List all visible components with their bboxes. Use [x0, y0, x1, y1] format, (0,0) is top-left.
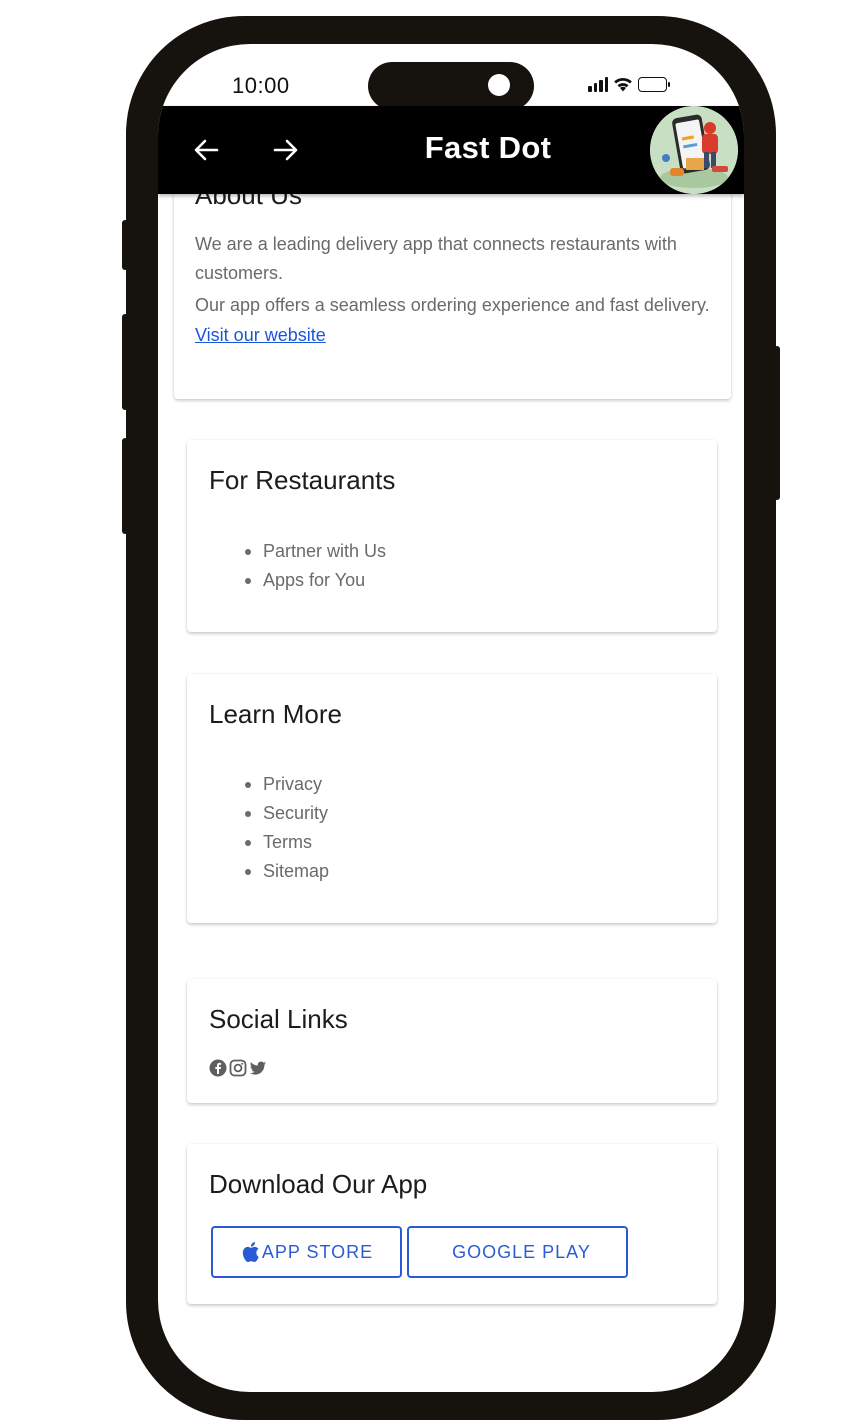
- download-title: Download Our App: [209, 1169, 428, 1199]
- wifi-icon: [613, 76, 633, 92]
- back-button[interactable]: [190, 130, 222, 170]
- social-title: Social Links: [209, 1004, 348, 1034]
- status-time: 10:00: [232, 73, 290, 98]
- app-title: Fast Dot: [424, 130, 552, 165]
- twitter-icon[interactable]: [249, 1059, 267, 1077]
- signal-icon: [588, 76, 608, 92]
- arrow-right-icon: [273, 138, 299, 162]
- social-icons-row: [209, 1059, 267, 1077]
- learn-more-item-privacy[interactable]: Privacy: [245, 770, 329, 799]
- app-store-button[interactable]: APP STORE: [211, 1226, 402, 1278]
- about-paragraph-1: We are a leading delivery app that conne…: [195, 234, 677, 283]
- delivery-logo-icon: [650, 106, 738, 194]
- app-store-label: APP STORE: [261, 1241, 374, 1262]
- facebook-icon[interactable]: [209, 1059, 227, 1077]
- restaurants-title: For Restaurants: [209, 465, 396, 495]
- learn-more-title: Learn More: [209, 699, 342, 729]
- status-icons: [588, 76, 670, 92]
- restaurants-card: For Restaurants Partner with Us Apps for…: [187, 440, 717, 632]
- learn-more-card: Learn More Privacy Security Terms Sitema…: [187, 674, 717, 923]
- phone-side-button-power: [774, 346, 780, 500]
- restaurants-item-partner[interactable]: Partner with Us: [245, 537, 386, 566]
- phone-side-button-volume-up: [122, 314, 128, 410]
- phone-screen: About Us We are a leading delivery app t…: [158, 44, 744, 1392]
- phone-side-button-mute: [122, 220, 128, 270]
- dynamic-island: [368, 62, 534, 110]
- google-play-label: GOOGLE PLAY: [452, 1241, 591, 1262]
- social-card: Social Links: [187, 979, 717, 1103]
- battery-icon: [638, 76, 670, 92]
- learn-more-list: Privacy Security Terms Sitemap: [245, 770, 329, 886]
- forward-button[interactable]: [270, 130, 302, 170]
- restaurants-item-apps[interactable]: Apps for You: [245, 566, 386, 595]
- apple-icon: [240, 1241, 260, 1263]
- phone-side-button-volume-down: [122, 438, 128, 534]
- app-bar: Fast Dot: [158, 106, 744, 194]
- google-play-button[interactable]: GOOGLE PLAY: [407, 1226, 628, 1278]
- restaurants-list: Partner with Us Apps for You: [245, 537, 386, 595]
- instagram-icon[interactable]: [229, 1059, 247, 1077]
- about-paragraph-2: Our app offers a seamless ordering exper…: [195, 295, 710, 315]
- learn-more-item-sitemap[interactable]: Sitemap: [245, 857, 329, 886]
- learn-more-item-terms[interactable]: Terms: [245, 828, 329, 857]
- avatar[interactable]: [650, 106, 738, 194]
- arrow-left-icon: [193, 138, 219, 162]
- learn-more-item-security[interactable]: Security: [245, 799, 329, 828]
- page-content: About Us We are a leading delivery app t…: [158, 44, 744, 1392]
- visit-website-link[interactable]: Visit our website: [195, 325, 715, 346]
- download-card: Download Our App APP STORE GOOGLE PLAY: [187, 1144, 717, 1304]
- about-description: We are a leading delivery app that conne…: [195, 230, 715, 346]
- camera-dot: [488, 74, 510, 96]
